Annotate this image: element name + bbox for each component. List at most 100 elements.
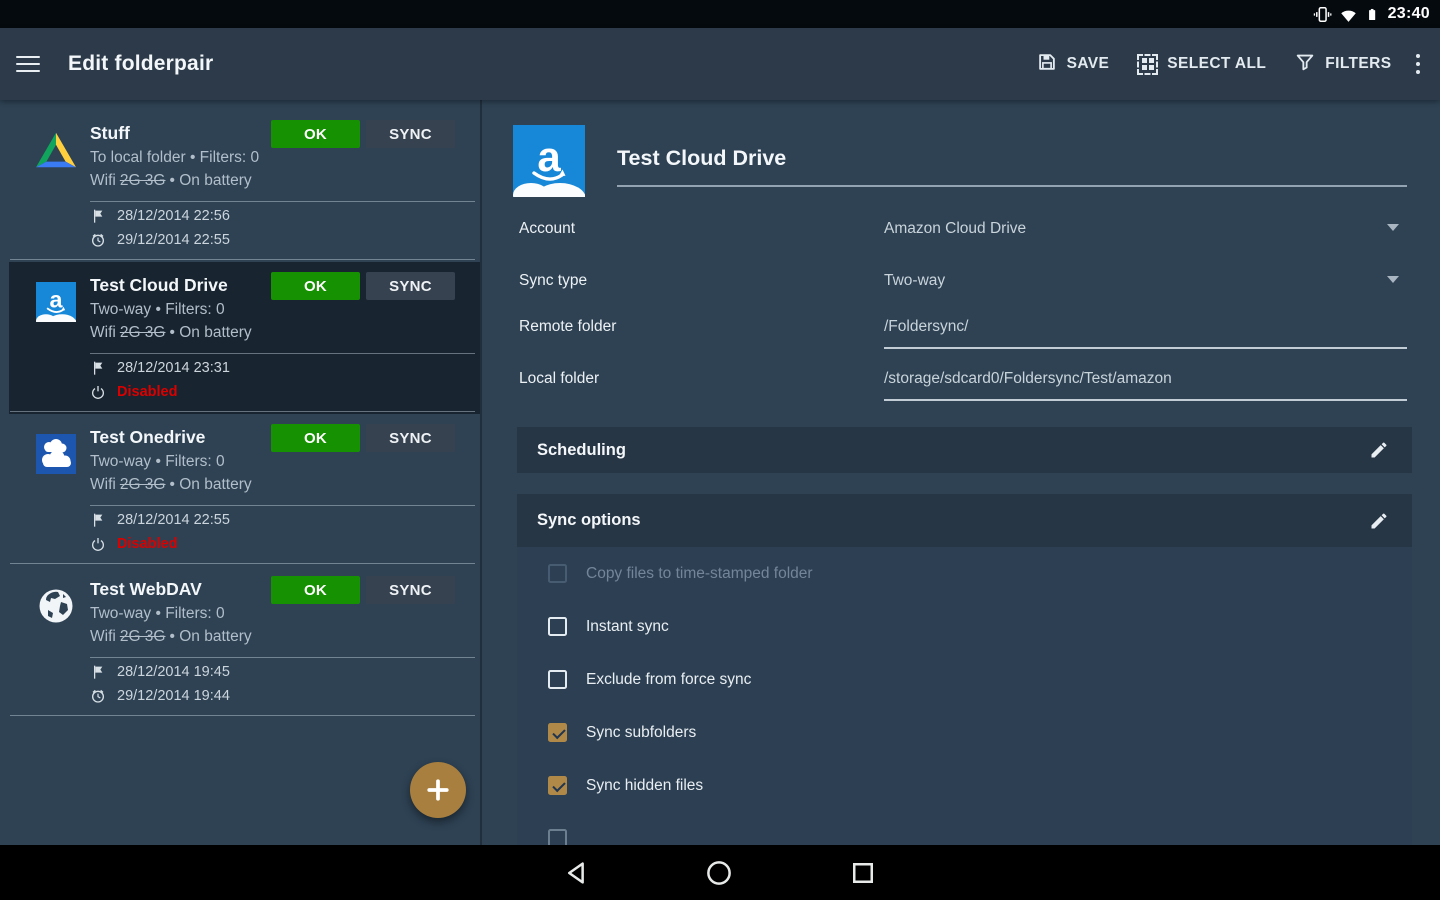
option-exclude-force-sync[interactable]: Exclude from force sync <box>517 653 1412 706</box>
divider <box>10 563 475 564</box>
overflow-menu-button[interactable] <box>1408 44 1429 84</box>
status-time: 23:40 <box>1388 5 1430 23</box>
folderpair-item-test-cloud-drive[interactable]: a Test Cloud Drive Two-way • Filters: 0 … <box>0 262 480 414</box>
checkbox-checked[interactable] <box>548 776 567 795</box>
folderpair-name: Test WebDAV <box>90 577 280 602</box>
sync-button[interactable]: SYNC <box>366 424 455 452</box>
checkbox[interactable] <box>548 564 567 583</box>
vibrate-icon <box>1313 5 1332 24</box>
last-sync-time: 28/12/2014 22:55 <box>117 512 230 528</box>
checkbox-checked[interactable] <box>548 723 567 742</box>
home-button[interactable] <box>695 849 743 897</box>
folderpair-conditions: Wifi2G 3G• On battery <box>90 473 280 496</box>
folderpair-item-test-onedrive[interactable]: Test Onedrive Two-way • Filters: 0 Wifi2… <box>0 414 480 566</box>
folderpair-item-stuff[interactable]: Stuff To local folder • Filters: 0 Wifi2… <box>0 110 480 262</box>
app-bar-actions: SAVE SELECT ALL FILTERS <box>1022 40 1428 88</box>
sync-button[interactable]: SYNC <box>366 272 455 300</box>
status-badge: Disabled <box>117 384 177 400</box>
status-badge: Disabled <box>117 536 177 552</box>
remote-folder-label: Remote folder <box>519 316 616 338</box>
folderpair-conditions: Wifi2G 3G• On battery <box>90 169 280 192</box>
pencil-icon <box>1369 440 1389 460</box>
filters-button[interactable]: FILTERS <box>1280 40 1405 88</box>
wifi-icon <box>1339 6 1358 23</box>
local-folder-input[interactable]: /storage/sdcard0/Foldersync/Test/amazon <box>884 368 1172 390</box>
detail-title: Test Cloud Drive <box>617 146 786 171</box>
divider <box>90 657 475 658</box>
svg-text:a: a <box>50 287 64 313</box>
local-folder-label: Local folder <box>519 368 599 390</box>
last-sync-time: 28/12/2014 19:45 <box>117 664 230 680</box>
chevron-down-icon[interactable] <box>1387 224 1399 231</box>
account-label: Account <box>519 218 575 240</box>
option-partially-visible[interactable] <box>517 812 1412 845</box>
option-instant-sync[interactable]: Instant sync <box>517 600 1412 653</box>
back-button[interactable] <box>553 849 601 897</box>
filter-icon <box>1294 51 1316 78</box>
ok-button[interactable]: OK <box>271 120 360 148</box>
amazon-cloud-drive-icon: a <box>36 282 76 322</box>
folderpair-conditions: Wifi2G 3G• On battery <box>90 625 280 648</box>
ok-button[interactable]: OK <box>271 272 360 300</box>
account-select[interactable]: Amazon Cloud Drive <box>884 218 1026 240</box>
home-icon <box>704 858 734 888</box>
folderpair-name: Stuff <box>90 121 280 146</box>
save-icon <box>1036 51 1058 78</box>
next-sync-time: 29/12/2014 22:55 <box>117 232 230 248</box>
chevron-down-icon[interactable] <box>1387 276 1399 283</box>
option-sync-hidden-files[interactable]: Sync hidden files <box>517 759 1412 812</box>
recents-icon <box>848 858 878 888</box>
select-all-button[interactable]: SELECT ALL <box>1123 40 1280 88</box>
folderpair-item-test-webdav[interactable]: Test WebDAV Two-way • Filters: 0 Wifi2G … <box>0 566 480 718</box>
battery-icon <box>1365 5 1379 24</box>
divider <box>90 505 475 506</box>
checkbox[interactable] <box>548 670 567 689</box>
flag-icon <box>90 360 106 376</box>
last-sync-time: 28/12/2014 23:31 <box>117 360 230 376</box>
edit-sync-options-button[interactable] <box>1362 504 1396 538</box>
screen: 23:40 Edit folderpair SAVE SELECT ALL FI… <box>0 0 1440 900</box>
option-copy-timestamped[interactable]: Copy files to time-stamped folder <box>517 547 1412 600</box>
option-sync-subfolders[interactable]: Sync subfolders <box>517 706 1412 759</box>
back-icon <box>562 858 592 888</box>
menu-button[interactable] <box>16 48 48 80</box>
add-folderpair-button[interactable] <box>410 762 466 818</box>
google-drive-icon <box>36 130 76 170</box>
save-button[interactable]: SAVE <box>1022 40 1124 88</box>
content: Stuff To local folder • Filters: 0 Wifi2… <box>0 100 1440 845</box>
scheduling-title: Scheduling <box>537 441 626 460</box>
edit-scheduling-button[interactable] <box>1362 433 1396 467</box>
folderpair-list: Stuff To local folder • Filters: 0 Wifi2… <box>0 100 482 845</box>
input-underline <box>884 399 1407 401</box>
next-sync-time: 29/12/2014 19:44 <box>117 688 230 704</box>
sync-type-select[interactable]: Two-way <box>884 270 945 292</box>
remote-folder-input[interactable]: /Foldersync/ <box>884 316 968 338</box>
divider <box>617 185 1407 187</box>
folderpair-name: Test Onedrive <box>90 425 280 450</box>
power-icon <box>90 536 106 552</box>
app-bar: Edit folderpair SAVE SELECT ALL FILTERS <box>0 28 1440 100</box>
divider <box>10 411 475 412</box>
folderpair-conditions: Wifi2G 3G• On battery <box>90 321 280 344</box>
android-nav-bar <box>0 845 1440 900</box>
flag-icon <box>90 512 106 528</box>
checkbox[interactable] <box>548 829 567 845</box>
folderpair-name: Test Cloud Drive <box>90 273 280 298</box>
checkbox[interactable] <box>548 617 567 636</box>
ok-button[interactable]: OK <box>271 576 360 604</box>
divider <box>10 259 475 260</box>
folderpair-detail: a Test Cloud Drive Account Amazon Cloud … <box>482 100 1440 845</box>
sync-button[interactable]: SYNC <box>366 576 455 604</box>
divider <box>90 201 475 202</box>
sync-type-label: Sync type <box>519 270 587 292</box>
recents-button[interactable] <box>839 849 887 897</box>
alarm-clock-icon <box>90 232 106 248</box>
sync-button[interactable]: SYNC <box>366 120 455 148</box>
alarm-clock-icon <box>90 688 106 704</box>
onedrive-icon <box>36 434 76 474</box>
last-sync-time: 28/12/2014 22:56 <box>117 208 230 224</box>
ok-button[interactable]: OK <box>271 424 360 452</box>
flag-icon <box>90 208 106 224</box>
sync-options-card: Sync options Copy files to time-stamped … <box>517 494 1412 845</box>
folderpair-summary: Two-way • Filters: 0 <box>90 298 280 321</box>
